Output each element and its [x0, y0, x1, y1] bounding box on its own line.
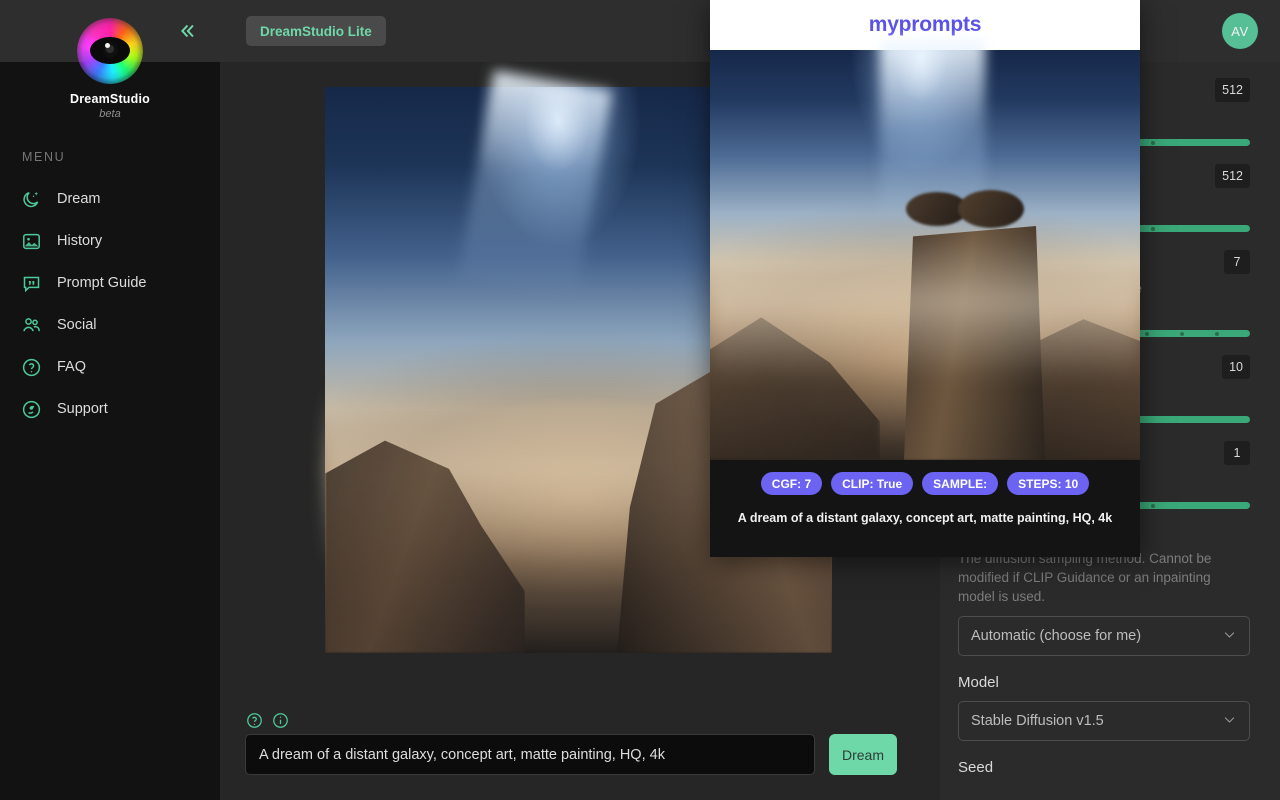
sidebar-item-label: Social	[57, 317, 97, 333]
sidebar-item-label: Prompt Guide	[57, 275, 147, 291]
setting-seed: Seed	[958, 759, 1250, 776]
model-select[interactable]: Stable Diffusion v1.5	[958, 701, 1250, 741]
popup-caption: A dream of a distant galaxy, concept art…	[737, 511, 1113, 525]
brand-beta-tag: beta	[99, 108, 121, 120]
sampler-select[interactable]: Automatic (choose for me)	[958, 616, 1250, 656]
badge-steps[interactable]: STEPS: 10	[1007, 472, 1090, 495]
sidebar-item-label: History	[57, 233, 103, 249]
myprompts-logo: myprompts	[868, 13, 982, 36]
badge-sample[interactable]: SAMPLE:	[922, 472, 999, 495]
sidebar-nav: Dream History Prompt Guide Social FAQ Su…	[0, 178, 220, 430]
sidebar-item-faq[interactable]: FAQ	[0, 346, 220, 388]
seed-title: Seed	[958, 759, 994, 776]
popup-boulder-right	[958, 190, 1024, 228]
model-title: Model	[958, 674, 999, 691]
sampler-description: The diffusion sampling method. Cannot be…	[958, 551, 1212, 604]
question-circle-icon[interactable]	[246, 712, 263, 729]
setting-value: 1	[1224, 441, 1250, 465]
image-light-beam	[457, 70, 613, 298]
setting-model: Model Stable Diffusion v1.5	[958, 674, 1250, 741]
quote-bubble-icon	[20, 272, 42, 294]
chevron-down-icon	[1222, 712, 1237, 731]
sampler-selected-value: Automatic (choose for me)	[971, 628, 1142, 644]
app-root: Dream Width 512 ge. Height 512 ge.	[0, 0, 1280, 800]
badge-cgf[interactable]: CGF: 7	[760, 472, 823, 495]
info-circle-icon[interactable]	[272, 712, 289, 729]
dreamstudio-lite-button[interactable]: DreamStudio Lite	[246, 16, 386, 46]
people-icon	[20, 314, 42, 336]
setting-value: 512	[1215, 78, 1250, 102]
sidebar-item-history[interactable]: History	[0, 220, 220, 262]
sidebar-item-prompt-guide[interactable]: Prompt Guide	[0, 262, 220, 304]
popup-badge-row: CGF: 7 CLIP: True SAMPLE: STEPS: 10	[710, 460, 1140, 495]
badge-clip[interactable]: CLIP: True	[831, 472, 914, 495]
sidebar: DreamStudio beta MENU Dream History Prom…	[0, 0, 220, 800]
sidebar-item-label: Dream	[57, 191, 101, 207]
popup-image-preview[interactable]	[710, 40, 1140, 460]
prompt-input[interactable]	[245, 734, 815, 775]
sidebar-item-label: Support	[57, 401, 108, 417]
question-circle-icon	[20, 356, 42, 378]
myprompts-popup: myprompts CGF: 7 CLIP: True SAMPLE: STEP…	[710, 0, 1140, 557]
lifebuoy-icon	[20, 398, 42, 420]
double-chevron-left-icon[interactable]	[172, 18, 202, 44]
prompt-bar: Dream	[245, 734, 897, 775]
rainbow-eye-logo	[77, 18, 143, 84]
moon-sparkle-icon	[20, 188, 42, 210]
brand-name: DreamStudio	[70, 92, 150, 106]
setting-value: 10	[1222, 355, 1250, 379]
sidebar-item-dream[interactable]: Dream	[0, 178, 220, 220]
setting-value: 512	[1215, 164, 1250, 188]
sidebar-item-label: FAQ	[57, 359, 87, 375]
model-selected-value: Stable Diffusion v1.5	[971, 713, 1104, 729]
chevron-down-icon	[1222, 627, 1237, 646]
prompt-help-icons	[246, 712, 289, 729]
setting-value: 7	[1224, 250, 1250, 274]
avatar[interactable]: AV	[1222, 13, 1258, 49]
image-icon	[20, 230, 42, 252]
dream-button[interactable]: Dream	[829, 734, 897, 775]
sidebar-item-support[interactable]: Support	[0, 388, 220, 430]
popup-mist-layer	[710, 230, 1140, 380]
menu-heading: MENU	[22, 150, 66, 164]
sidebar-item-social[interactable]: Social	[0, 304, 220, 346]
